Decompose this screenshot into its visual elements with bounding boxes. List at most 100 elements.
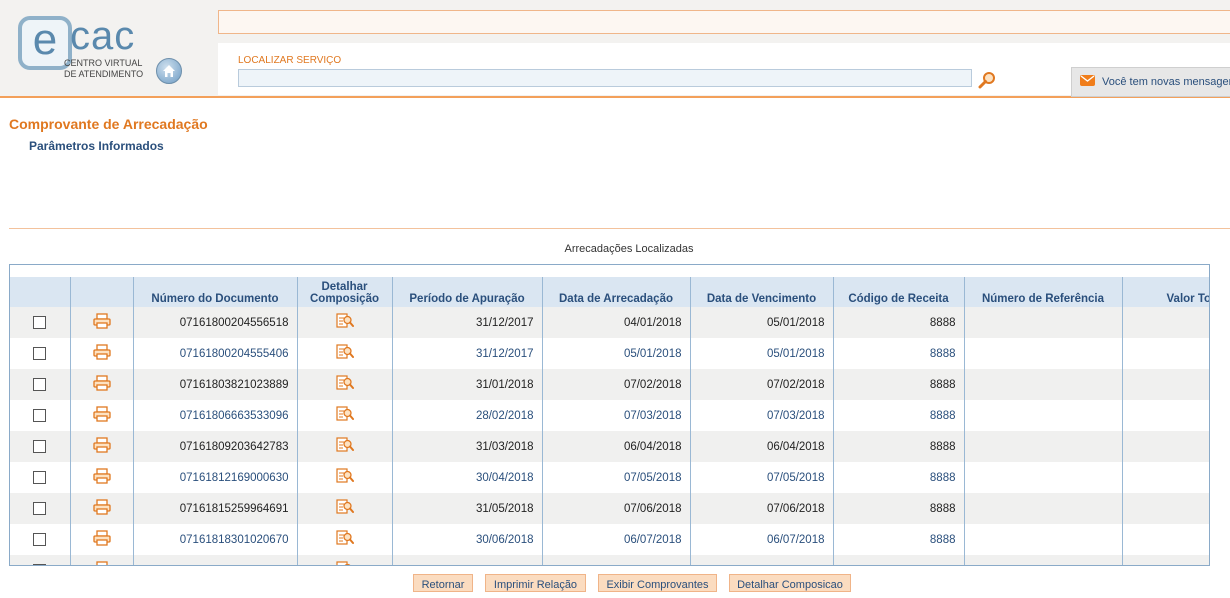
detail-magnifier-icon[interactable]: [335, 560, 354, 565]
row-select-cell: [10, 431, 71, 462]
numero-documento[interactable]: 07161800204555406: [133, 338, 298, 369]
codigo-receita: 8888: [833, 400, 965, 431]
periodo-apuracao: 31/12/2017: [392, 307, 543, 338]
row-checkbox[interactable]: [33, 502, 47, 515]
row-print-cell: [70, 400, 134, 431]
data-vencimento: 07/02/2018: [690, 369, 834, 400]
results-table-container[interactable]: Número do Documento Detalhar Composição …: [9, 264, 1210, 566]
numero-documento[interactable]: 07161812169000630: [133, 462, 298, 493]
col-data-arrecadacao[interactable]: Data de Arrecadação: [542, 277, 691, 307]
numero-referencia: [964, 524, 1123, 555]
home-icon[interactable]: [156, 58, 182, 84]
col-select: [10, 277, 71, 307]
print-icon[interactable]: [92, 499, 111, 518]
numero-documento[interactable]: [133, 555, 298, 565]
detail-magnifier-icon[interactable]: [335, 343, 354, 364]
row-detail-cell: [297, 462, 393, 493]
print-icon[interactable]: [92, 468, 111, 487]
row-select-cell: [10, 493, 71, 524]
row-select-cell: [10, 400, 71, 431]
row-detail-cell: [297, 338, 393, 369]
search-icon[interactable]: [978, 71, 996, 89]
valor-total: 392,80: [1122, 493, 1209, 524]
detail-magnifier-icon[interactable]: [335, 529, 354, 550]
numero-documento[interactable]: 07161800204556518: [133, 307, 298, 338]
detail-magnifier-icon[interactable]: [335, 405, 354, 426]
numero-documento[interactable]: 07161809203642783: [133, 431, 298, 462]
detail-magnifier-icon[interactable]: [335, 436, 354, 457]
data-vencimento: 06/04/2018: [690, 431, 834, 462]
valor-total: 435,53: [1122, 431, 1209, 462]
numero-documento[interactable]: 07161818301020670: [133, 524, 298, 555]
valor-total: 222,13: [1122, 338, 1209, 369]
valor-total: 488,74: [1122, 307, 1209, 338]
print-icon[interactable]: [93, 561, 111, 565]
logo-brand: cac: [70, 14, 136, 58]
periodo-apuracao: 31/03/2018: [392, 431, 543, 462]
table-row: 07161812169000630 30/04/2018 07/05/2018 07/…: [10, 462, 1209, 493]
row-checkbox[interactable]: [33, 440, 47, 453]
ecac-logo[interactable]: e cac CENTRO VIRTUAL DE ATENDIMENTO: [18, 14, 148, 86]
messages-button[interactable]: Você tem novas mensagens: [1071, 67, 1230, 97]
row-select-cell: [10, 462, 71, 493]
periodo-apuracao: 31/05/2018: [392, 493, 543, 524]
row-checkbox[interactable]: [33, 471, 47, 484]
row-print-cell: [70, 493, 134, 524]
row-detail-cell: [297, 307, 393, 338]
print-icon[interactable]: [92, 375, 111, 394]
detail-magnifier-icon[interactable]: [335, 312, 354, 333]
col-periodo-apuracao[interactable]: Período de Apuração: [392, 277, 543, 307]
data-arrecadacao: 06/07/2018: [542, 524, 691, 555]
col-valor-total[interactable]: Valor Total: [1122, 277, 1209, 307]
detail-magnifier-icon[interactable]: [335, 374, 354, 395]
col-data-vencimento[interactable]: Data de Vencimento: [690, 277, 834, 307]
detail-magnifier-icon[interactable]: [335, 498, 354, 519]
periodo-apuracao: 30/04/2018: [392, 462, 543, 493]
col-numero-documento[interactable]: Número do Documento: [133, 277, 298, 307]
table-row: 07161806663533096 28/02/2018 07/03/2018 07/…: [10, 400, 1209, 431]
divider: [9, 228, 1230, 229]
row-checkbox[interactable]: [33, 378, 47, 391]
print-icon[interactable]: [92, 437, 111, 456]
exibir-comprovantes-button[interactable]: Exibir Comprovantes: [598, 574, 717, 592]
numero-documento[interactable]: 07161806663533096: [133, 400, 298, 431]
data-vencimento: 05/01/2018: [690, 338, 834, 369]
periodo-apuracao: 30/06/2018: [392, 524, 543, 555]
table-row: 07161803821023889 31/01/2018 07/02/2018 07/…: [10, 369, 1209, 400]
detail-magnifier-icon[interactable]: [335, 467, 354, 488]
numero-referencia: [964, 462, 1123, 493]
numero-documento[interactable]: 07161815259964691: [133, 493, 298, 524]
valor-total: 392,00: [1122, 369, 1209, 400]
print-icon[interactable]: [92, 530, 111, 549]
search-panel: LOCALIZAR SERVIÇO Você tem novas mensage…: [218, 43, 1230, 97]
row-print-cell: [70, 462, 134, 493]
data-arrecadacao: 06/04/2018: [542, 431, 691, 462]
print-icon[interactable]: [92, 406, 111, 425]
row-detail-cell: [297, 524, 393, 555]
col-numero-referencia[interactable]: Número de Referência: [964, 277, 1123, 307]
row-detail-cell: [297, 431, 393, 462]
numero-referencia: [964, 493, 1123, 524]
numero-documento[interactable]: 07161803821023889: [133, 369, 298, 400]
print-icon[interactable]: [92, 313, 111, 332]
row-checkbox[interactable]: [33, 347, 47, 360]
numero-referencia: [964, 338, 1123, 369]
codigo-receita: 8888: [833, 462, 965, 493]
row-checkbox[interactable]: [33, 564, 47, 565]
valor-total: 392,00: [1122, 524, 1209, 555]
parameters-heading[interactable]: Parâmetros Informados: [29, 139, 164, 153]
row-detail-cell: [297, 493, 393, 524]
codigo-receita: 8888: [833, 338, 965, 369]
detalhar-composicao-button[interactable]: Detalhar Composicao: [729, 574, 851, 592]
data-arrecadacao: 07/02/2018: [542, 369, 691, 400]
periodo-apuracao: 31/01/2018: [392, 369, 543, 400]
retornar-button[interactable]: Retornar: [413, 574, 473, 592]
data-vencimento: 07/05/2018: [690, 462, 834, 493]
imprimir-relacao-button[interactable]: Imprimir Relação: [485, 574, 586, 592]
row-checkbox[interactable]: [33, 409, 47, 422]
print-icon[interactable]: [92, 344, 111, 363]
row-checkbox[interactable]: [33, 533, 47, 546]
search-input[interactable]: [238, 69, 972, 87]
row-checkbox[interactable]: [33, 316, 47, 329]
col-codigo-receita[interactable]: Código de Receita: [833, 277, 965, 307]
